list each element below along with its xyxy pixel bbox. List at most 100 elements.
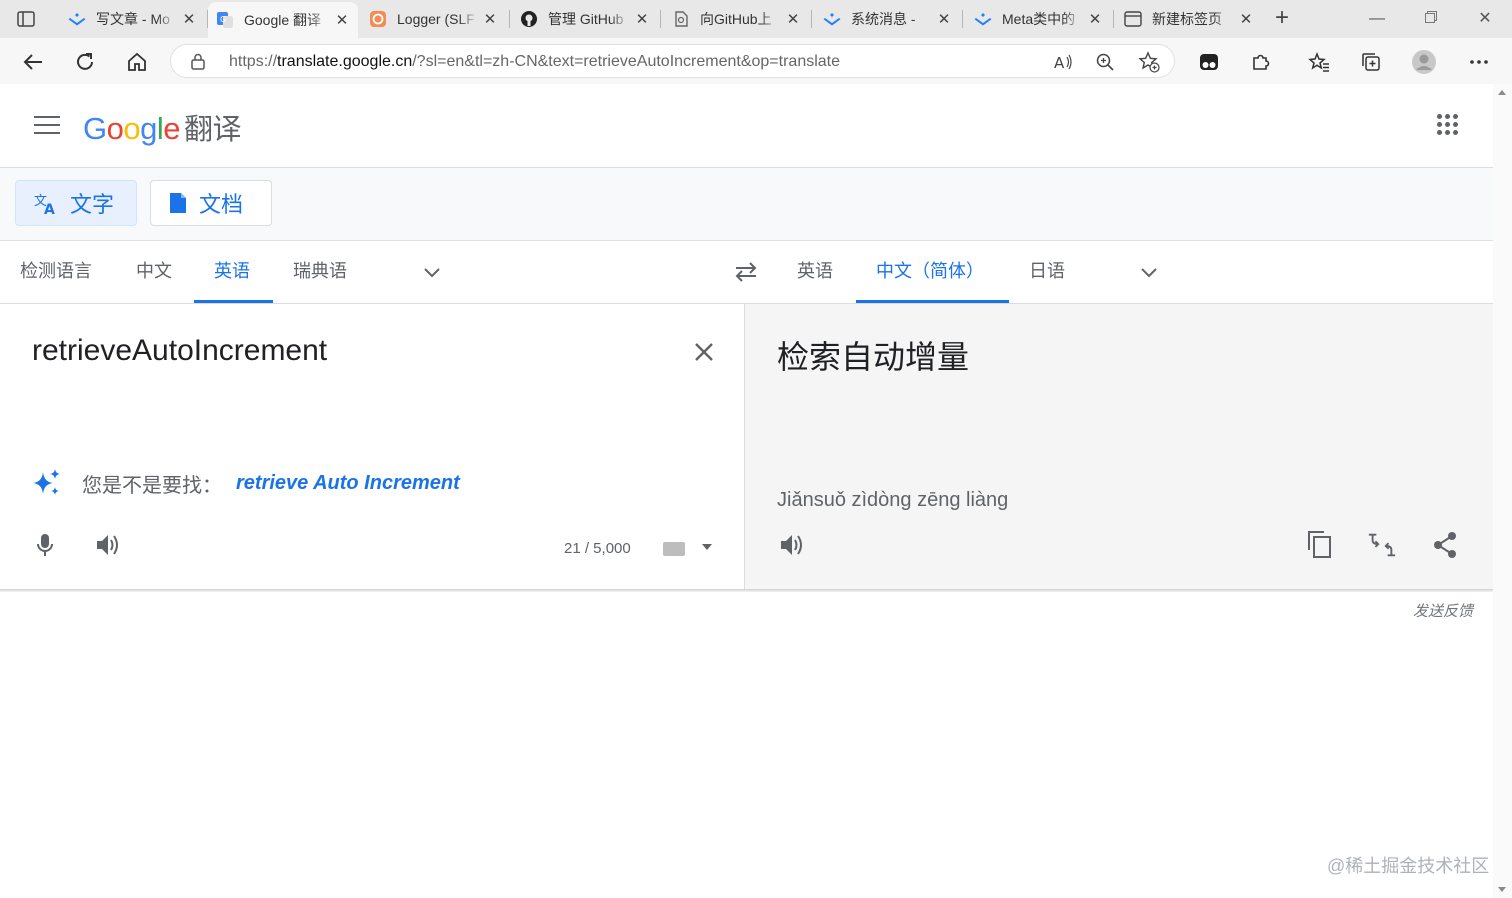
google-translate-icon: G [216, 11, 234, 29]
svg-text:A: A [1054, 54, 1065, 71]
suggestion-link[interactable]: retrieve Auto Increment [236, 472, 460, 495]
address-bar[interactable]: https://translate.google.cn/?sl=en&tl=zh… [170, 44, 1175, 78]
page-icon [672, 10, 690, 28]
source-speaker-icon[interactable] [93, 530, 123, 560]
collections-icon[interactable] [1358, 49, 1384, 75]
close-tab-icon[interactable]: ✕ [482, 10, 498, 28]
scroll-down-icon[interactable] [1498, 887, 1506, 892]
svg-text:G: G [220, 15, 226, 24]
sparkle-icon [32, 468, 62, 498]
tab-title: 写文章 - Mo [96, 11, 170, 27]
target-more-languages-chevron-down-icon[interactable] [1139, 262, 1159, 282]
close-tab-icon[interactable]: ✕ [181, 10, 197, 28]
browser-tab[interactable]: 写文章 - Mo ✕ [60, 4, 205, 34]
browser-tab[interactable]: 向GitHub上 ✕ [664, 4, 809, 34]
document-icon [169, 192, 187, 214]
close-tab-icon[interactable]: ✕ [334, 11, 350, 29]
tab-divider [811, 10, 812, 28]
browser-tab-bar: 写文章 - Mo ✕ G Google 翻译 ✕ Logger (SLF ✕ 管… [0, 0, 1512, 38]
lock-icon[interactable] [191, 53, 205, 75]
scroll-up-icon[interactable] [1498, 90, 1506, 95]
source-pane: retrieveAutoIncrement 您是不是要找： retrieve A… [0, 304, 745, 589]
restore-window-icon[interactable] [1420, 8, 1442, 30]
tab-divider [660, 10, 661, 28]
logo-letter: g [140, 111, 157, 146]
page-scrollbar[interactable] [1493, 84, 1512, 898]
minimize-icon[interactable]: — [1366, 8, 1388, 30]
close-window-icon[interactable]: ✕ [1474, 8, 1496, 30]
newtab-page-icon [1124, 10, 1142, 28]
extension-icon[interactable] [1196, 49, 1222, 75]
refresh-icon[interactable] [72, 49, 98, 75]
swap-languages-icon[interactable] [732, 259, 760, 285]
close-tab-icon[interactable]: ✕ [1087, 10, 1103, 28]
source-text-input[interactable]: retrieveAutoIncrement [32, 334, 327, 368]
target-lang-japanese[interactable]: 日语 [1009, 241, 1085, 303]
close-tab-icon[interactable]: ✕ [785, 10, 801, 28]
github-icon [520, 10, 538, 28]
read-aloud-icon[interactable]: A [1051, 50, 1075, 74]
keyboard-menu-caret-icon[interactable] [702, 544, 712, 550]
browser-tab[interactable]: 系统消息 - ✕ [815, 4, 960, 34]
tab-title: Logger (SLF [397, 11, 475, 27]
logo-letter: G [83, 111, 107, 146]
new-tab-button[interactable]: + [1270, 6, 1294, 30]
source-lang-chinese[interactable]: 中文 [116, 241, 192, 303]
translated-text: 检索自动增量 [777, 339, 970, 375]
romanization-text: Jiǎnsuǒ zìdòng zēng liàng [777, 489, 1009, 511]
svg-text:A: A [44, 202, 55, 215]
browser-tab[interactable]: Logger (SLF ✕ [361, 4, 506, 34]
target-speaker-icon[interactable] [777, 530, 807, 560]
keyboard-icon[interactable] [663, 542, 685, 556]
browser-tab[interactable]: Meta类中的 ✕ [966, 4, 1111, 34]
text-mode-button[interactable]: 文A 文字 [15, 180, 137, 226]
url-text: https://translate.google.cn/?sl=en&tl=zh… [229, 53, 841, 70]
target-lang-english[interactable]: 英语 [777, 241, 853, 303]
browser-tab-active[interactable]: G Google 翻译 ✕ [208, 2, 358, 38]
main-menu-icon[interactable] [34, 116, 60, 136]
copy-icon[interactable] [1305, 530, 1335, 560]
tab-actions-icon[interactable] [14, 8, 38, 30]
logo-letter: e [163, 111, 181, 146]
extensions-puzzle-icon[interactable] [1248, 49, 1274, 75]
tab-divider [962, 10, 963, 28]
favorites-icon[interactable] [1306, 49, 1332, 75]
google-translate-logo[interactable]: Google 翻译 [83, 106, 242, 148]
home-icon[interactable] [124, 49, 150, 75]
watermark: @稀土掘金技术社区 [1327, 856, 1490, 876]
translation-panes: retrieveAutoIncrement 您是不是要找： retrieve A… [0, 304, 1493, 589]
tab-divider [509, 10, 510, 28]
tab-divider [1113, 10, 1114, 28]
clear-source-close-icon[interactable] [690, 338, 718, 366]
source-lang-swedish[interactable]: 瑞典语 [273, 241, 367, 303]
tab-title: 管理 GitHub [548, 11, 624, 27]
profile-avatar[interactable] [1411, 49, 1437, 75]
close-tab-icon[interactable]: ✕ [936, 10, 952, 28]
rate-translation-icon[interactable] [1367, 530, 1397, 560]
did-you-mean-label: 您是不是要找： [82, 474, 222, 497]
zoom-icon[interactable] [1093, 50, 1117, 74]
source-lang-detect[interactable]: 检测语言 [0, 241, 112, 303]
logger-icon [369, 10, 387, 28]
source-lang-english[interactable]: 英语 [194, 241, 273, 303]
juejin-icon [823, 10, 841, 28]
more-options-icon[interactable] [1466, 49, 1492, 75]
character-count: 21 / 5,000 [564, 540, 631, 557]
did-you-mean: 您是不是要找： retrieve Auto Increment [32, 468, 460, 498]
source-more-languages-chevron-down-icon[interactable] [422, 262, 442, 282]
document-mode-button[interactable]: 文档 [150, 180, 272, 226]
target-lang-chinese-simplified[interactable]: 中文（简体） [856, 241, 1009, 303]
close-tab-icon[interactable]: ✕ [634, 10, 650, 28]
browser-toolbar: https://translate.google.cn/?sl=en&tl=zh… [0, 38, 1512, 85]
send-feedback-link[interactable]: 发送反馈 [1413, 600, 1473, 621]
juejin-icon [974, 10, 992, 28]
browser-tab[interactable]: 新建标签页 ✕ [1116, 4, 1262, 34]
close-tab-icon[interactable]: ✕ [1238, 10, 1254, 28]
tab-title: 新建标签页 [1152, 11, 1222, 27]
browser-tab[interactable]: 管理 GitHub ✕ [512, 4, 658, 34]
back-icon[interactable] [20, 49, 46, 75]
microphone-icon[interactable] [30, 530, 60, 560]
google-apps-icon[interactable] [1437, 114, 1459, 136]
share-icon[interactable] [1430, 530, 1460, 560]
add-favorite-icon[interactable] [1137, 50, 1161, 74]
